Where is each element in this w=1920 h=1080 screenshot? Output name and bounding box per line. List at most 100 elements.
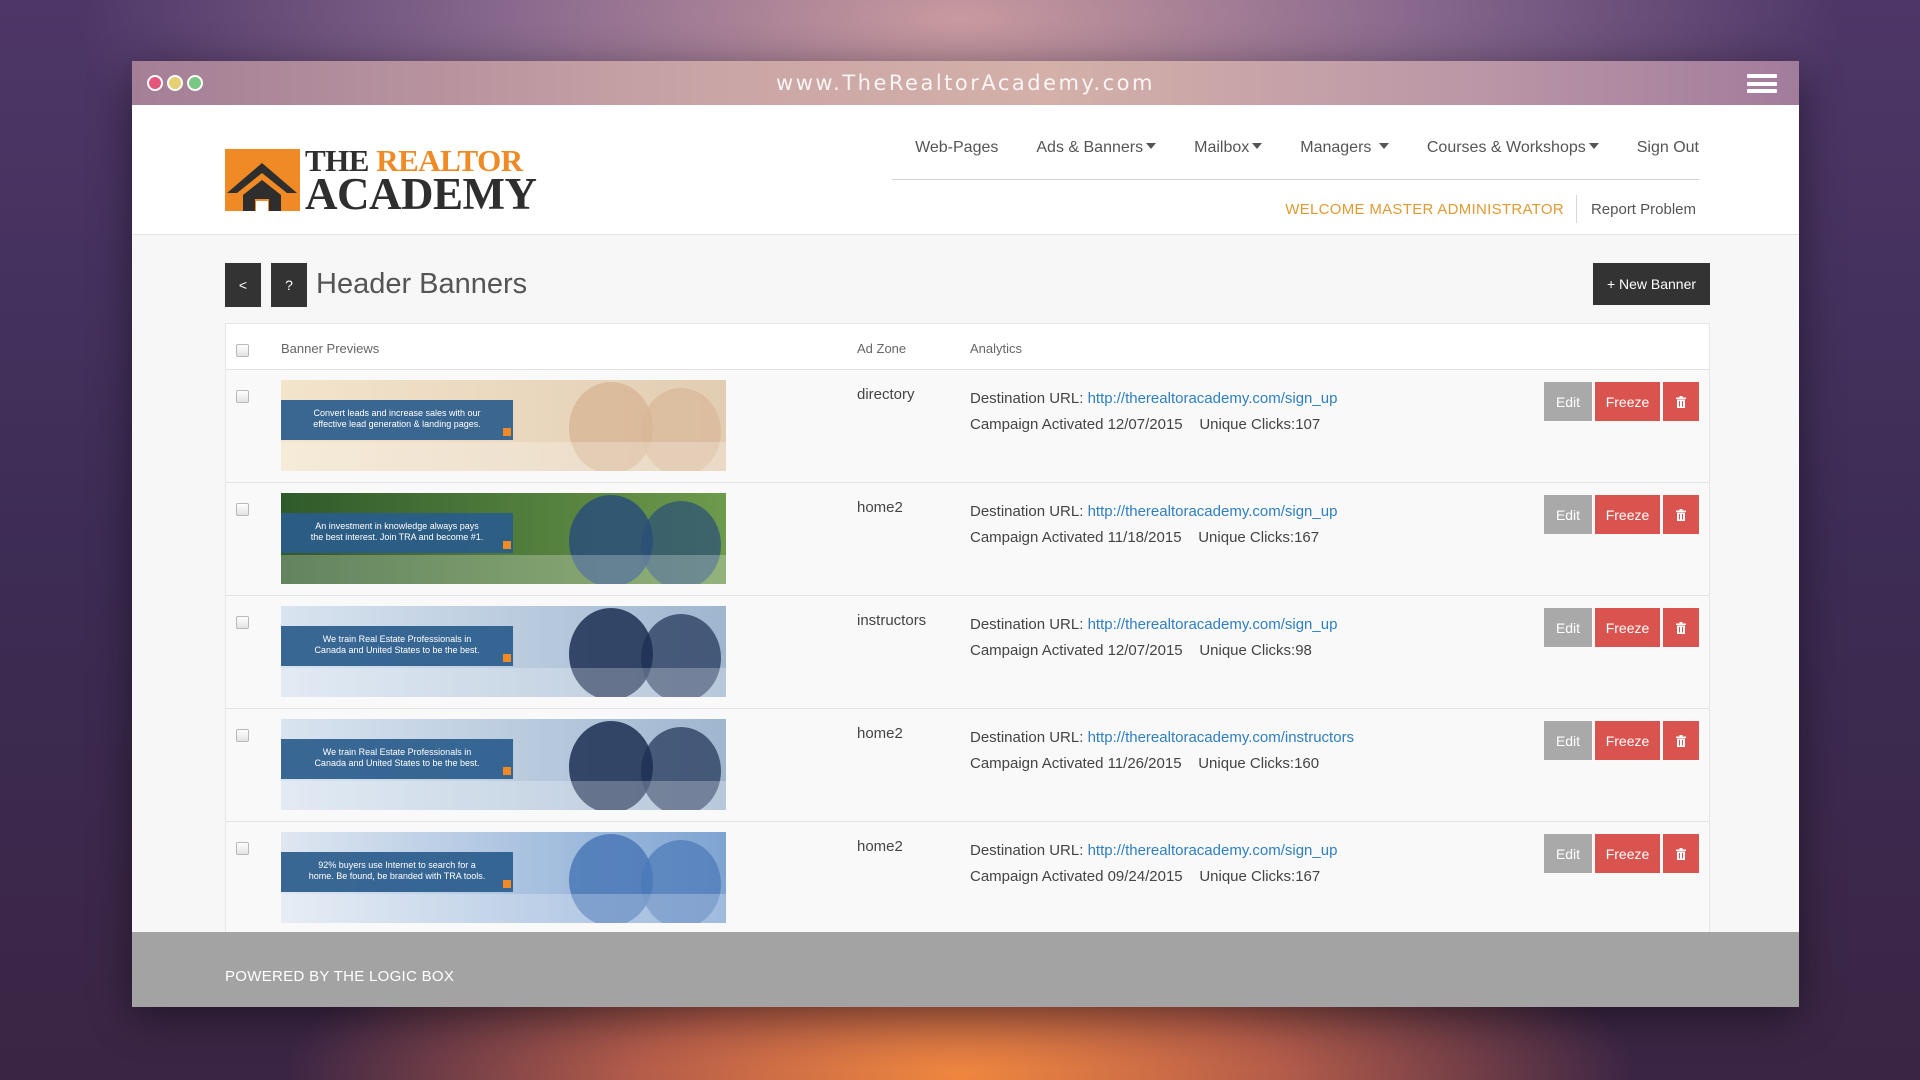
column-header-previews: Banner Previews <box>281 341 380 356</box>
banner-text-line1: We train Real Estate Professionals in <box>323 634 471 644</box>
banner-text-line2: the best interest. Join TRA and become #… <box>311 532 483 542</box>
unique-clicks: Unique Clicks:167 <box>1199 868 1321 885</box>
nav-ads-banners[interactable]: Ads & Banners <box>1017 139 1175 157</box>
edit-button[interactable]: Edit <box>1544 834 1592 873</box>
trash-icon <box>1676 847 1686 860</box>
destination-url-link[interactable]: http://therealtoracademy.com/sign_up <box>1088 842 1338 859</box>
destination-url-link[interactable]: http://therealtoracademy.com/instructors <box>1088 729 1355 746</box>
destination-url-link[interactable]: http://therealtoracademy.com/sign_up <box>1088 503 1338 520</box>
unique-clicks: Unique Clicks:167 <box>1198 529 1320 546</box>
sub-nav: WELCOME MASTER ADMINISTRATOR Report Prob… <box>1285 195 1696 223</box>
trash-icon <box>1676 621 1686 634</box>
column-header-zone: Ad Zone <box>857 341 907 356</box>
destination-url-link[interactable]: http://therealtoracademy.com/sign_up <box>1088 616 1338 633</box>
banner-preview[interactable]: An investment in knowledge always pays t… <box>281 493 726 584</box>
row-checkbox[interactable] <box>236 503 249 516</box>
trash-icon <box>1676 395 1686 408</box>
banner-preview[interactable]: Convert leads and increase sales with ou… <box>281 380 726 471</box>
delete-button[interactable] <box>1663 834 1699 873</box>
nav-mailbox[interactable]: Mailbox <box>1175 139 1281 157</box>
back-button[interactable]: < <box>225 263 261 307</box>
unique-clicks: Unique Clicks:160 <box>1198 755 1320 772</box>
unique-clicks: Unique Clicks:98 <box>1199 642 1312 659</box>
banner-text-line2: Canada and United States to be the best. <box>314 645 479 655</box>
row-actions: Edit Freeze <box>1544 495 1699 534</box>
campaign-activated: Campaign Activated 12/07/2015 <box>970 416 1183 433</box>
banner-text-line1: An investment in knowledge always pays <box>315 521 479 531</box>
site-logo[interactable]: THE REALTOR ACADEMY <box>225 145 537 217</box>
caret-down-icon <box>1252 143 1263 149</box>
destination-url-link[interactable]: http://therealtoracademy.com/sign_up <box>1088 390 1338 407</box>
browser-window: www.TheRealtorAcademy.com THE REALTOR AC… <box>132 61 1799 1007</box>
delete-button[interactable] <box>1663 608 1699 647</box>
row-checkbox[interactable] <box>236 842 249 855</box>
hamburger-menu-icon[interactable] <box>1747 74 1777 93</box>
select-all-checkbox[interactable] <box>236 344 249 357</box>
banner-text-line1: 92% buyers use Internet to search for a <box>318 860 476 870</box>
banner-preview[interactable]: 92% buyers use Internet to search for a … <box>281 832 726 923</box>
logo-text-bottom: ACADEMY <box>305 169 537 219</box>
edit-button[interactable]: Edit <box>1544 382 1592 421</box>
banner-text-line1: Convert leads and increase sales with ou… <box>313 408 480 418</box>
ad-zone: directory <box>857 386 915 403</box>
trash-icon <box>1676 734 1686 747</box>
campaign-activated: Campaign Activated 11/18/2015 <box>970 529 1182 546</box>
table-row: We train Real Estate Professionals in Ca… <box>226 709 1709 822</box>
banner-text-line2: effective lead generation & landing page… <box>313 419 480 429</box>
freeze-button[interactable]: Freeze <box>1595 721 1660 760</box>
nav-web-pages[interactable]: Web-Pages <box>896 139 1017 157</box>
nav-managers[interactable]: Managers <box>1281 139 1408 157</box>
freeze-button[interactable]: Freeze <box>1595 382 1660 421</box>
analytics-info: Destination URL: http://therealtoracadem… <box>970 386 1337 438</box>
banner-text-line2: home. Be found, be branded with TRA tool… <box>309 871 485 881</box>
help-button[interactable]: ? <box>271 263 307 307</box>
freeze-button[interactable]: Freeze <box>1595 495 1660 534</box>
banner-text-line1: We train Real Estate Professionals in <box>323 747 471 757</box>
row-actions: Edit Freeze <box>1544 608 1699 647</box>
destination-label: Destination URL: <box>970 503 1084 520</box>
welcome-text: WELCOME MASTER ADMINISTRATOR <box>1285 200 1564 218</box>
ad-zone: home2 <box>857 838 903 855</box>
caret-down-icon <box>1588 143 1599 149</box>
table-row: Convert leads and increase sales with ou… <box>226 370 1709 483</box>
new-banner-button[interactable]: + New Banner <box>1593 263 1710 305</box>
edit-button[interactable]: Edit <box>1544 721 1592 760</box>
analytics-info: Destination URL: http://therealtoracadem… <box>970 499 1337 551</box>
caret-down-icon <box>1146 143 1157 149</box>
nav-courses-workshops[interactable]: Courses & Workshops <box>1408 139 1618 157</box>
analytics-info: Destination URL: http://therealtoracadem… <box>970 725 1354 777</box>
table-row: An investment in knowledge always pays t… <box>226 483 1709 596</box>
delete-button[interactable] <box>1663 495 1699 534</box>
destination-label: Destination URL: <box>970 729 1084 746</box>
row-checkbox[interactable] <box>236 729 249 742</box>
delete-button[interactable] <box>1663 721 1699 760</box>
banners-table: Banner Previews Ad Zone Analytics Conver… <box>225 323 1710 935</box>
trash-icon <box>1676 508 1686 521</box>
nav-divider <box>892 179 1699 180</box>
freeze-button[interactable]: Freeze <box>1595 608 1660 647</box>
row-checkbox[interactable] <box>236 616 249 629</box>
freeze-button[interactable]: Freeze <box>1595 834 1660 873</box>
banner-text-line2: Canada and United States to be the best. <box>314 758 479 768</box>
banner-preview[interactable]: We train Real Estate Professionals in Ca… <box>281 606 726 697</box>
site-header: THE REALTOR ACADEMY Web-Pages Ads & Bann… <box>132 105 1799 235</box>
page-toolbar: < ? Header Banners + New Banner <box>225 263 1710 307</box>
column-header-analytics: Analytics <box>970 341 1023 356</box>
main-content: < ? Header Banners + New Banner Banner P… <box>225 263 1710 935</box>
edit-button[interactable]: Edit <box>1544 495 1592 534</box>
campaign-activated: Campaign Activated 09/24/2015 <box>970 868 1183 885</box>
banner-preview[interactable]: We train Real Estate Professionals in Ca… <box>281 719 726 810</box>
edit-button[interactable]: Edit <box>1544 608 1592 647</box>
campaign-activated: Campaign Activated 11/26/2015 <box>970 755 1182 772</box>
nav-sign-out[interactable]: Sign Out <box>1618 139 1699 157</box>
row-checkbox[interactable] <box>236 390 249 403</box>
table-row: 92% buyers use Internet to search for a … <box>226 822 1709 935</box>
delete-button[interactable] <box>1663 382 1699 421</box>
destination-label: Destination URL: <box>970 842 1084 859</box>
caret-down-icon <box>1378 143 1389 149</box>
row-actions: Edit Freeze <box>1544 721 1699 760</box>
destination-label: Destination URL: <box>970 390 1084 407</box>
page-title: Header Banners <box>316 268 528 300</box>
house-logo-icon <box>225 149 300 211</box>
report-problem-link[interactable]: Report Problem <box>1577 201 1696 218</box>
